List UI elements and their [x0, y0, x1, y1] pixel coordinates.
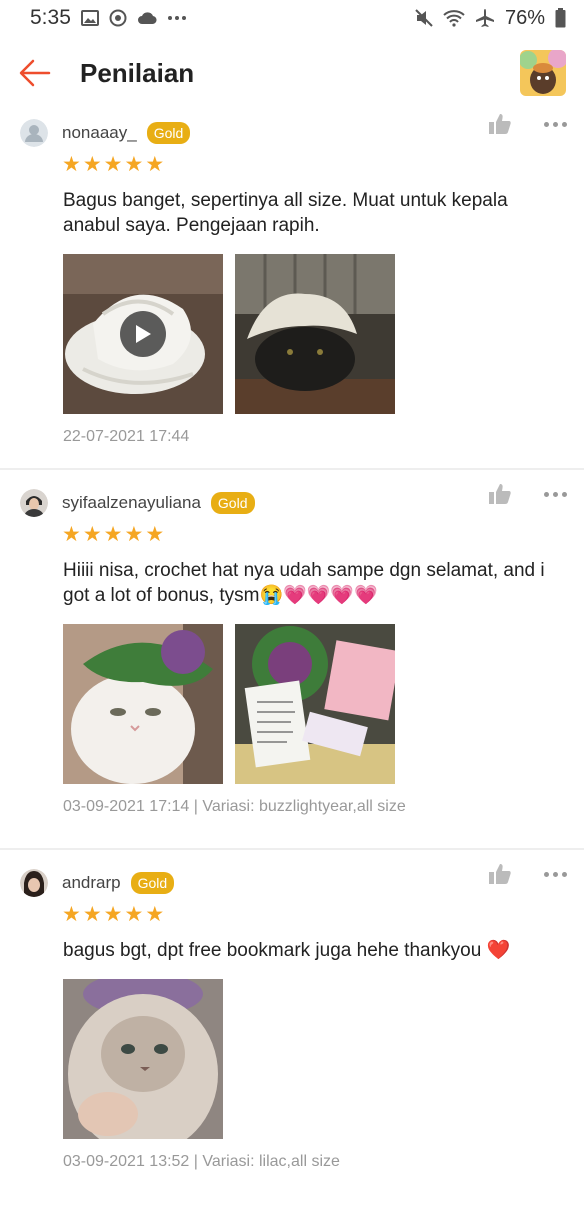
play-icon[interactable]	[120, 311, 166, 357]
star-icon: ★	[124, 153, 144, 176]
review-photo[interactable]	[63, 979, 223, 1139]
star-icon: ★	[145, 903, 165, 926]
review-video-thumbnail[interactable]	[63, 254, 223, 414]
battery-icon	[555, 8, 566, 28]
review-date: 03-09-2021 13:52	[63, 1153, 190, 1170]
default-avatar	[20, 119, 48, 147]
review-text: bagus bgt, dpt free bookmark juga hehe t…	[63, 940, 511, 961]
star-icon: ★	[82, 153, 102, 176]
thumbs-up-icon[interactable]	[488, 482, 514, 508]
status-bar: 5:35 76%	[0, 0, 584, 36]
rating-stars: ★ ★ ★ ★ ★	[0, 904, 584, 926]
star-icon: ★	[82, 523, 102, 546]
rating-stars: ★ ★ ★ ★ ★	[0, 524, 584, 546]
airplane-icon	[475, 8, 495, 28]
wifi-icon	[443, 9, 465, 27]
star-icon: ★	[82, 903, 102, 926]
star-icon: ★	[103, 903, 123, 926]
star-icon: ★	[124, 903, 144, 926]
review-variation: Variasi: buzzlightyear,all size	[202, 798, 406, 815]
star-icon: ★	[124, 523, 144, 546]
cloud-sync-icon	[137, 10, 157, 26]
user-avatar	[20, 869, 48, 897]
whatsapp-icon	[109, 9, 127, 27]
reviewer-name: nonaaay_	[62, 123, 137, 142]
gold-badge: Gold	[210, 492, 255, 514]
more-options-icon[interactable]	[542, 114, 568, 134]
back-button[interactable]	[18, 56, 52, 90]
shop-avatar[interactable]	[520, 50, 566, 96]
gold-badge: Gold	[130, 872, 175, 894]
rating-stars: ★ ★ ★ ★ ★	[0, 154, 584, 176]
review-text: Bagus banget, sepertinya all size. Muat …	[63, 190, 508, 236]
user-avatar	[20, 489, 48, 517]
thumbs-up-icon[interactable]	[488, 112, 514, 138]
review-item: syifaalzenayuliana Gold ★ ★ ★ ★ ★ Hiiii nisa…	[0, 470, 584, 850]
star-icon: ★	[62, 153, 81, 176]
star-icon: ★	[62, 903, 81, 926]
reviewer-name: syifaalzenayuliana	[62, 493, 201, 512]
page-title: Penilaian	[80, 57, 195, 88]
review-photo[interactable]	[63, 624, 223, 784]
review-item: andrarp Gold ★ ★ ★ ★ ★ bagus bgt, dpt free b…	[0, 850, 584, 1206]
review-meta: 03-09-2021 13:52 | Variasi: lilac,all si…	[63, 1153, 340, 1170]
review-photo[interactable]	[235, 254, 395, 414]
review-date: 03-09-2021 17:14	[63, 798, 190, 815]
star-icon: ★	[103, 523, 123, 546]
more-options-icon[interactable]	[542, 484, 568, 504]
star-icon: ★	[103, 153, 123, 176]
gallery-icon	[80, 10, 99, 26]
review-variation: Variasi: lilac,all size	[202, 1153, 340, 1170]
reviewer-name: andrarp	[62, 873, 121, 892]
review-meta: 03-09-2021 17:14 | Variasi: buzzlightyea…	[63, 798, 406, 815]
review-date: 22-07-2021 17:44	[63, 428, 190, 445]
review-text: Hiiii nisa, crochet hat nya udah sampe d…	[63, 560, 545, 606]
gold-badge: Gold	[146, 122, 191, 144]
star-icon: ★	[145, 153, 165, 176]
star-icon: ★	[145, 523, 165, 546]
more-notifications-icon	[167, 15, 187, 21]
app-header: Penilaian	[0, 36, 584, 110]
battery-level: 76%	[504, 6, 545, 29]
thumbs-up-icon[interactable]	[488, 862, 514, 888]
more-options-icon[interactable]	[542, 864, 568, 884]
star-icon: ★	[62, 523, 81, 546]
mute-icon	[415, 9, 433, 27]
review-item: nonaaay_ Gold ★ ★ ★ ★ ★ Bagus banget, sepert…	[0, 110, 584, 470]
review-photo[interactable]	[235, 624, 395, 784]
status-time: 5:35	[30, 6, 71, 29]
arrow-left-icon	[19, 59, 51, 87]
